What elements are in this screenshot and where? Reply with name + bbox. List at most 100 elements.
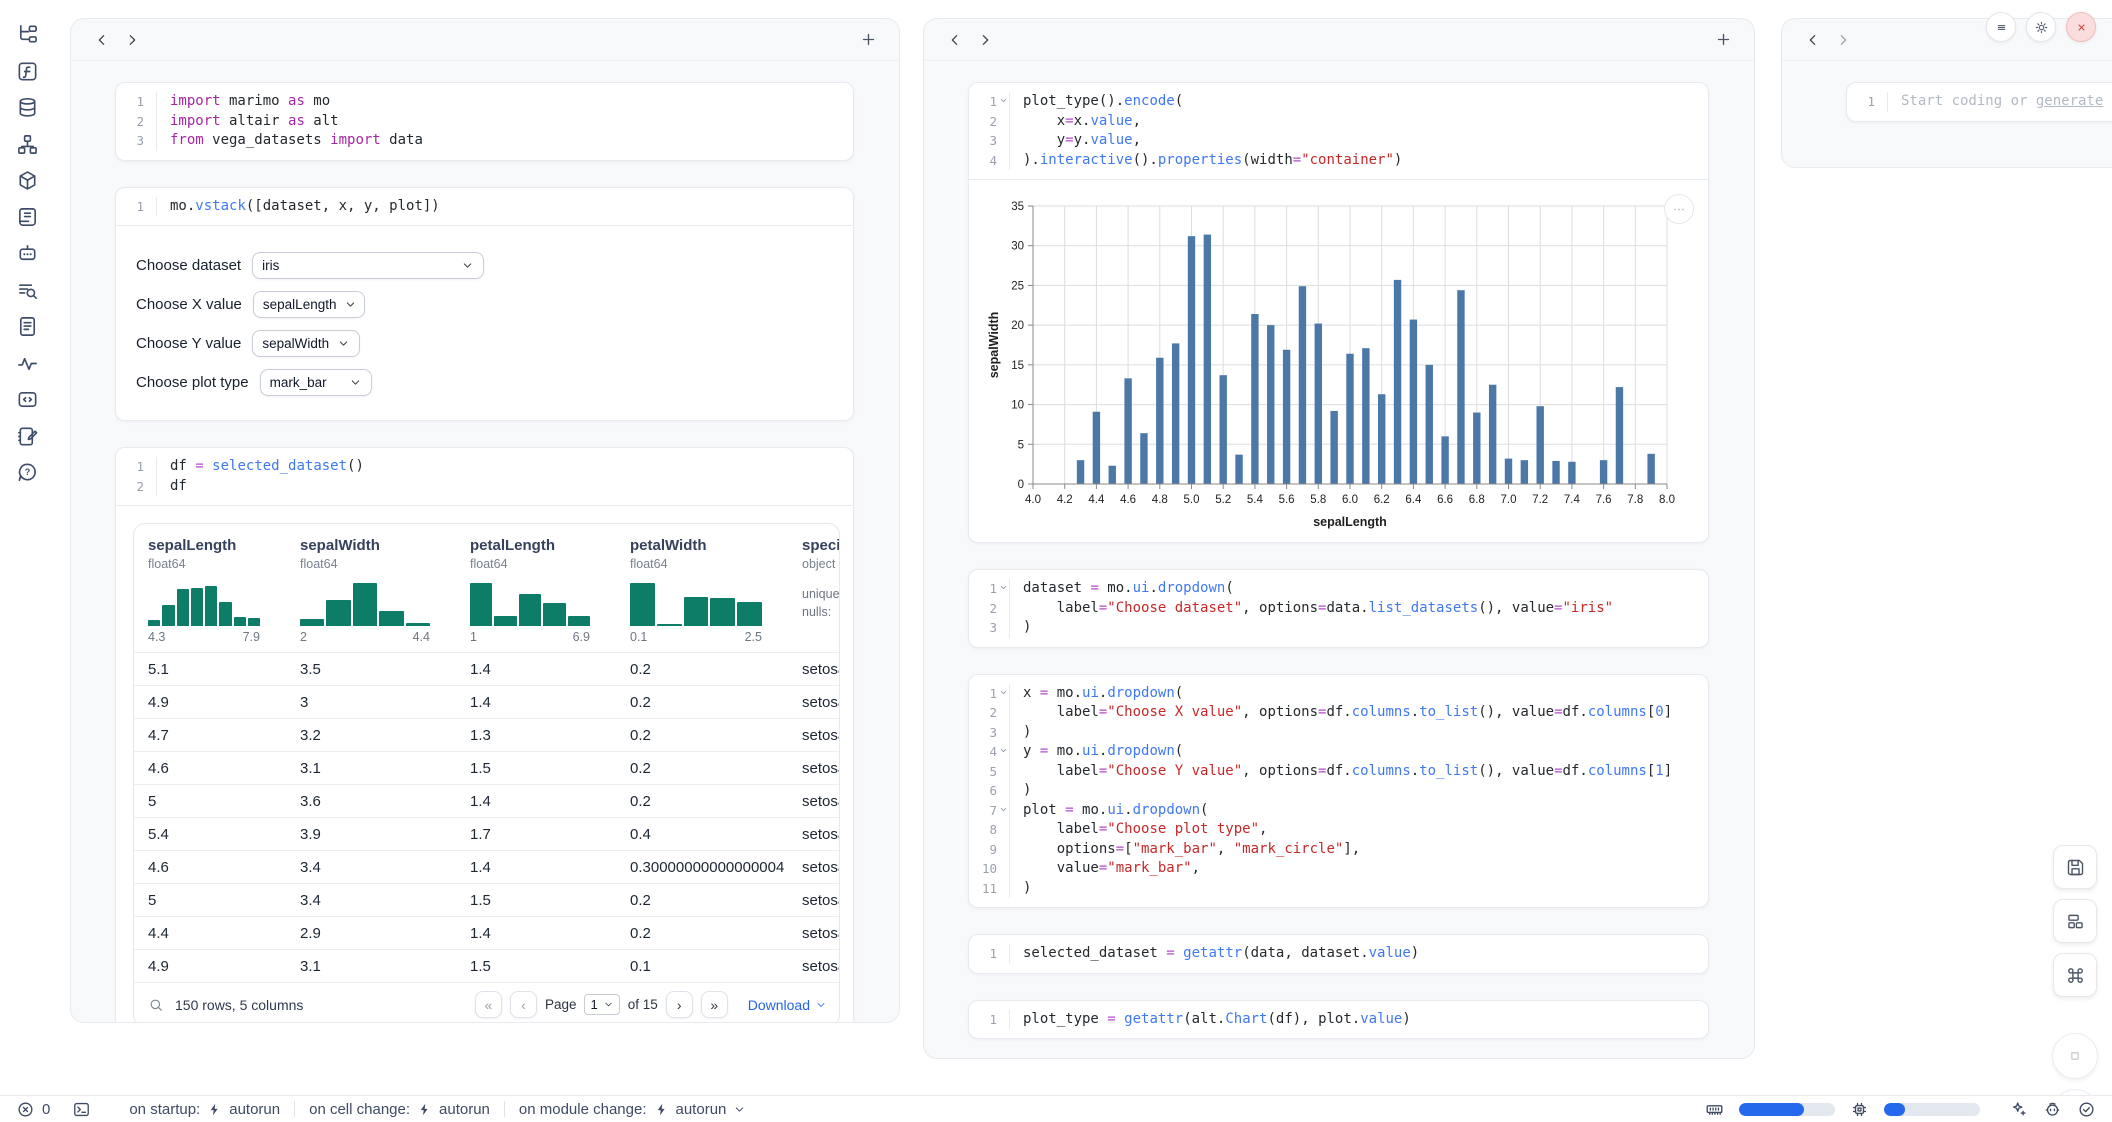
column-forward-button[interactable] bbox=[1828, 25, 1858, 55]
table-row[interactable]: 53.61.40.2setosa bbox=[134, 784, 839, 817]
sidebar-ai-chat-icon[interactable] bbox=[16, 242, 39, 265]
svg-text:4.6: 4.6 bbox=[1120, 494, 1136, 506]
code-editor[interactable]: 1df = selected_dataset()2df bbox=[116, 448, 853, 505]
table-row[interactable]: 4.63.41.40.30000000000000004setosa bbox=[134, 850, 839, 883]
table-row[interactable]: 4.63.11.50.2setosa bbox=[134, 751, 839, 784]
sidebar-dependencies-icon[interactable] bbox=[16, 133, 39, 156]
column-forward-button[interactable] bbox=[117, 25, 147, 55]
runtime-config-item[interactable]: on cell change:autorun bbox=[309, 1101, 490, 1118]
next-page-button[interactable]: › bbox=[666, 991, 693, 1018]
chart-menu-button[interactable] bbox=[1664, 194, 1694, 224]
sidebar-search-logs-icon[interactable] bbox=[16, 279, 39, 302]
error-count: 0 bbox=[42, 1101, 50, 1118]
sidebar-tracing-icon[interactable] bbox=[16, 352, 39, 375]
table-row[interactable]: 4.93.11.50.1setosa bbox=[134, 949, 839, 982]
error-indicator[interactable]: 0 bbox=[16, 1100, 50, 1119]
svg-text:5.4: 5.4 bbox=[1247, 494, 1264, 506]
add-cell-button[interactable] bbox=[853, 25, 883, 55]
connection-status-icon[interactable] bbox=[2077, 1100, 2096, 1119]
table-row[interactable]: 4.931.40.2setosa bbox=[134, 685, 839, 718]
cell-output: sepalLengthfloat644.37.9sepalWidthfloat6… bbox=[116, 505, 853, 1023]
code-editor[interactable]: 1plot_type = getattr(alt.Chart(df), plot… bbox=[969, 1001, 1708, 1039]
code-editor[interactable]: 1selected_dataset = getattr(data, datase… bbox=[969, 935, 1708, 973]
table-cell: 1.7 bbox=[456, 826, 616, 843]
page-select[interactable]: 1 bbox=[584, 994, 619, 1015]
line-number: 5 bbox=[969, 762, 1009, 782]
assistant-button[interactable] bbox=[2043, 1100, 2062, 1119]
line-number: 4 bbox=[969, 742, 1009, 762]
sidebar-scratchpad-icon[interactable] bbox=[16, 425, 39, 448]
menu-button[interactable] bbox=[1986, 12, 2016, 42]
cell-output: Choose datasetirisChoose X valuesepalLen… bbox=[116, 225, 853, 420]
sidebar-help-icon[interactable]: ? bbox=[16, 461, 39, 484]
terminal-button[interactable] bbox=[72, 1100, 91, 1119]
column-back-button[interactable] bbox=[87, 25, 117, 55]
save-button[interactable] bbox=[2053, 845, 2097, 889]
sidebar-functions-icon[interactable] bbox=[16, 60, 39, 83]
previous-page-button[interactable]: ‹ bbox=[510, 991, 537, 1018]
svg-text:30: 30 bbox=[1011, 241, 1024, 253]
bolt-icon bbox=[417, 1102, 432, 1117]
fold-chevron-icon[interactable] bbox=[999, 583, 1008, 592]
table-cell: setosa bbox=[788, 727, 839, 744]
fold-chevron-icon[interactable] bbox=[999, 746, 1008, 755]
altair-bar-chart[interactable]: 4.04.24.44.64.85.05.25.45.65.86.06.26.46… bbox=[969, 180, 1708, 542]
column-header-petalWidth[interactable]: petalWidthfloat640.12.5 bbox=[616, 537, 788, 652]
fold-chevron-icon[interactable] bbox=[999, 96, 1008, 105]
code-editor[interactable]: 1Start coding or generate with AI bbox=[1847, 83, 2112, 121]
stop-button[interactable] bbox=[2052, 1033, 2098, 1079]
sidebar-file-tree-icon[interactable] bbox=[16, 23, 39, 46]
svg-text:10: 10 bbox=[1011, 400, 1024, 412]
first-page-button[interactable]: « bbox=[475, 991, 502, 1018]
column-back-button[interactable] bbox=[940, 25, 970, 55]
add-cell-button[interactable] bbox=[1708, 25, 1738, 55]
ai-sparkles-button[interactable] bbox=[2009, 1100, 2028, 1119]
table-row[interactable]: 5.13.51.40.2setosa bbox=[134, 652, 839, 685]
code-editor[interactable]: 1mo.vstack([dataset, x, y, plot]) bbox=[116, 188, 853, 226]
column-forward-button[interactable] bbox=[970, 25, 1000, 55]
dropdown-label: Choose dataset bbox=[136, 257, 241, 274]
svg-text:?: ? bbox=[24, 467, 30, 477]
dropdown-choose-x-value[interactable]: sepalLength bbox=[253, 291, 365, 318]
code-editor[interactable]: 1x = mo.ui.dropdown(2 label="Choose X va… bbox=[969, 675, 1708, 908]
fold-chevron-icon[interactable] bbox=[999, 688, 1008, 697]
table-cell: 1.5 bbox=[456, 958, 616, 975]
code-editor[interactable]: 1plot_type().encode(2 x=x.value,3 y=y.va… bbox=[969, 83, 1708, 179]
svg-text:4.8: 4.8 bbox=[1152, 494, 1168, 506]
column-header-species[interactable]: speciesobjectuniquenulls: bbox=[788, 537, 839, 652]
settings-button[interactable] bbox=[2026, 12, 2056, 42]
sidebar-datasources-icon[interactable] bbox=[16, 96, 39, 119]
runtime-config-item[interactable]: on startup:autorun bbox=[129, 1101, 280, 1118]
table-row[interactable]: 53.41.50.2setosa bbox=[134, 883, 839, 916]
sidebar-snippets-icon[interactable] bbox=[16, 388, 39, 411]
fold-chevron-icon[interactable] bbox=[999, 805, 1008, 814]
sidebar-documentation-icon[interactable] bbox=[16, 315, 39, 338]
close-button[interactable] bbox=[2066, 12, 2096, 42]
column-back-button[interactable] bbox=[1798, 25, 1828, 55]
table-row[interactable]: 4.42.91.40.2setosa bbox=[134, 916, 839, 949]
column-header-sepalWidth[interactable]: sepalWidthfloat6424.4 bbox=[286, 537, 456, 652]
code-editor[interactable]: 1import marimo as mo2import altair as al… bbox=[116, 83, 853, 160]
table-search-icon[interactable] bbox=[148, 997, 164, 1013]
last-page-button[interactable]: » bbox=[701, 991, 728, 1018]
column-header-sepalLength[interactable]: sepalLengthfloat644.37.9 bbox=[134, 537, 286, 652]
sidebar-logs-icon[interactable] bbox=[16, 206, 39, 229]
download-button[interactable]: Download bbox=[748, 997, 827, 1013]
table-row[interactable]: 5.43.91.70.4setosa bbox=[134, 817, 839, 850]
sidebar-packages-icon[interactable] bbox=[16, 169, 39, 192]
keyboard-shortcuts-button[interactable] bbox=[2053, 953, 2097, 997]
code-line: 8 label="Choose plot type", bbox=[969, 820, 1708, 840]
layout-button[interactable] bbox=[2053, 899, 2097, 943]
code-line: 1dataset = mo.ui.dropdown( bbox=[969, 579, 1708, 599]
column-header-petalLength[interactable]: petalLengthfloat6416.9 bbox=[456, 537, 616, 652]
line-number: 10 bbox=[969, 859, 1009, 879]
line-number: 2 bbox=[969, 703, 1009, 723]
code-line: 6) bbox=[969, 781, 1708, 801]
dropdown-choose-plot-type[interactable]: mark_bar bbox=[260, 369, 372, 396]
table-row[interactable]: 4.73.21.30.2setosa bbox=[134, 718, 839, 751]
dropdown-choose-dataset[interactable]: iris bbox=[252, 252, 484, 279]
code-editor[interactable]: 1dataset = mo.ui.dropdown(2 label="Choos… bbox=[969, 570, 1708, 647]
dropdown-choose-y-value[interactable]: sepalWidth bbox=[252, 330, 360, 357]
svg-text:5.2: 5.2 bbox=[1215, 494, 1231, 506]
runtime-config-item[interactable]: on module change:autorun bbox=[519, 1101, 746, 1118]
